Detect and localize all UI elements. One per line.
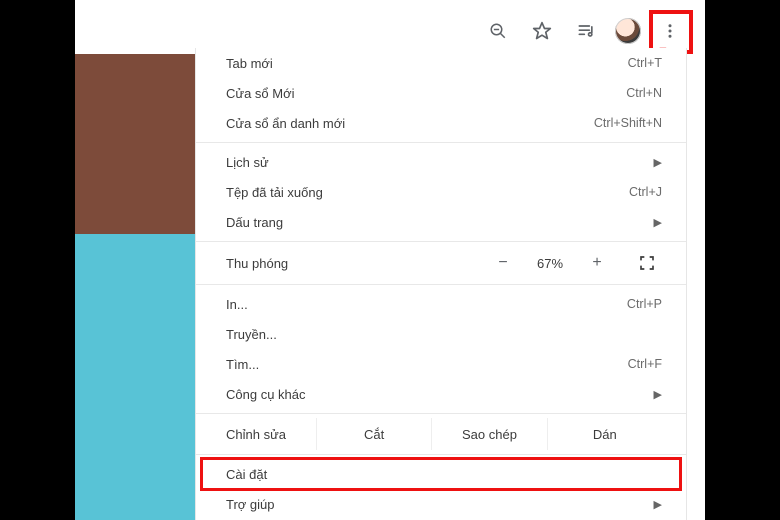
menu-shortcut: Ctrl+J [572,185,662,199]
edit-paste-button[interactable]: Dán [547,418,662,450]
zoom-value: 67% [530,256,570,271]
zoom-minus-button[interactable]: − [494,254,512,272]
menu-shortcut: Ctrl+Shift+N [572,116,662,130]
menu-label: Công cụ khác [226,387,646,402]
star-icon[interactable] [527,16,557,46]
more-menu-button[interactable] [655,16,685,46]
menu-label: In... [226,297,572,312]
menu-label: Lịch sử [226,155,646,170]
menu-item-new-window[interactable]: Cửa sổ Mới Ctrl+N [196,78,686,108]
menu-label: Tệp đã tải xuống [226,185,572,200]
zoom-out-icon[interactable] [483,16,513,46]
menu-item-more-tools[interactable]: Công cụ khác ▶ [196,379,686,409]
chevron-right-icon: ▶ [654,388,662,401]
fullscreen-button[interactable] [632,248,662,278]
menu-separator [196,454,686,455]
menu-separator [196,284,686,285]
menu-shortcut: Ctrl+P [572,297,662,311]
chevron-right-icon: ▶ [654,216,662,229]
menu-label: Tab mới [226,56,572,71]
menu-label: Chỉnh sửa [226,427,316,442]
menu-item-edit: Chỉnh sửa Cắt Sao chép Dán [196,418,686,450]
menu-label: Dấu trang [226,215,646,230]
chevron-right-icon: ▶ [654,156,662,169]
menu-item-find[interactable]: Tìm... Ctrl+F [196,349,686,379]
menu-separator [196,142,686,143]
menu-item-downloads[interactable]: Tệp đã tải xuống Ctrl+J [196,177,686,207]
menu-item-cast[interactable]: Truyền... [196,319,686,349]
edit-cut-button[interactable]: Cắt [316,418,431,450]
menu-item-help[interactable]: Trợ giúp ▶ [196,489,686,519]
profile-avatar[interactable] [615,18,641,44]
menu-separator [196,413,686,414]
menu-item-history[interactable]: Lịch sử ▶ [196,147,686,177]
menu-label: Cài đặt [226,467,662,482]
zoom-plus-button[interactable]: + [588,254,606,272]
menu-item-print[interactable]: In... Ctrl+P [196,289,686,319]
menu-item-incognito[interactable]: Cửa sổ ẩn danh mới Ctrl+Shift+N [196,108,686,138]
menu-label: Truyền... [226,327,662,342]
menu-label: Thu phóng [226,256,494,271]
menu-shortcut: Ctrl+N [572,86,662,100]
menu-item-new-tab[interactable]: Tab mới Ctrl+T [196,48,686,78]
media-control-icon[interactable] [571,16,601,46]
menu-label: Trợ giúp [226,497,646,512]
menu-label: Cửa sổ ẩn danh mới [226,116,572,131]
menu-item-bookmarks[interactable]: Dấu trang ▶ [196,207,686,237]
menu-label: Tìm... [226,357,572,372]
menu-item-zoom: Thu phóng − 67% + [196,246,686,280]
chrome-main-menu: Tab mới Ctrl+T Cửa sổ Mới Ctrl+N Cửa sổ … [195,48,687,520]
browser-toolbar [481,12,687,50]
menu-separator [196,241,686,242]
edit-copy-button[interactable]: Sao chép [431,418,546,450]
chevron-right-icon: ▶ [654,498,662,511]
menu-shortcut: Ctrl+F [572,357,662,371]
menu-shortcut: Ctrl+T [572,56,662,70]
menu-label: Cửa sổ Mới [226,86,572,101]
menu-item-settings[interactable]: Cài đặt [196,459,686,489]
